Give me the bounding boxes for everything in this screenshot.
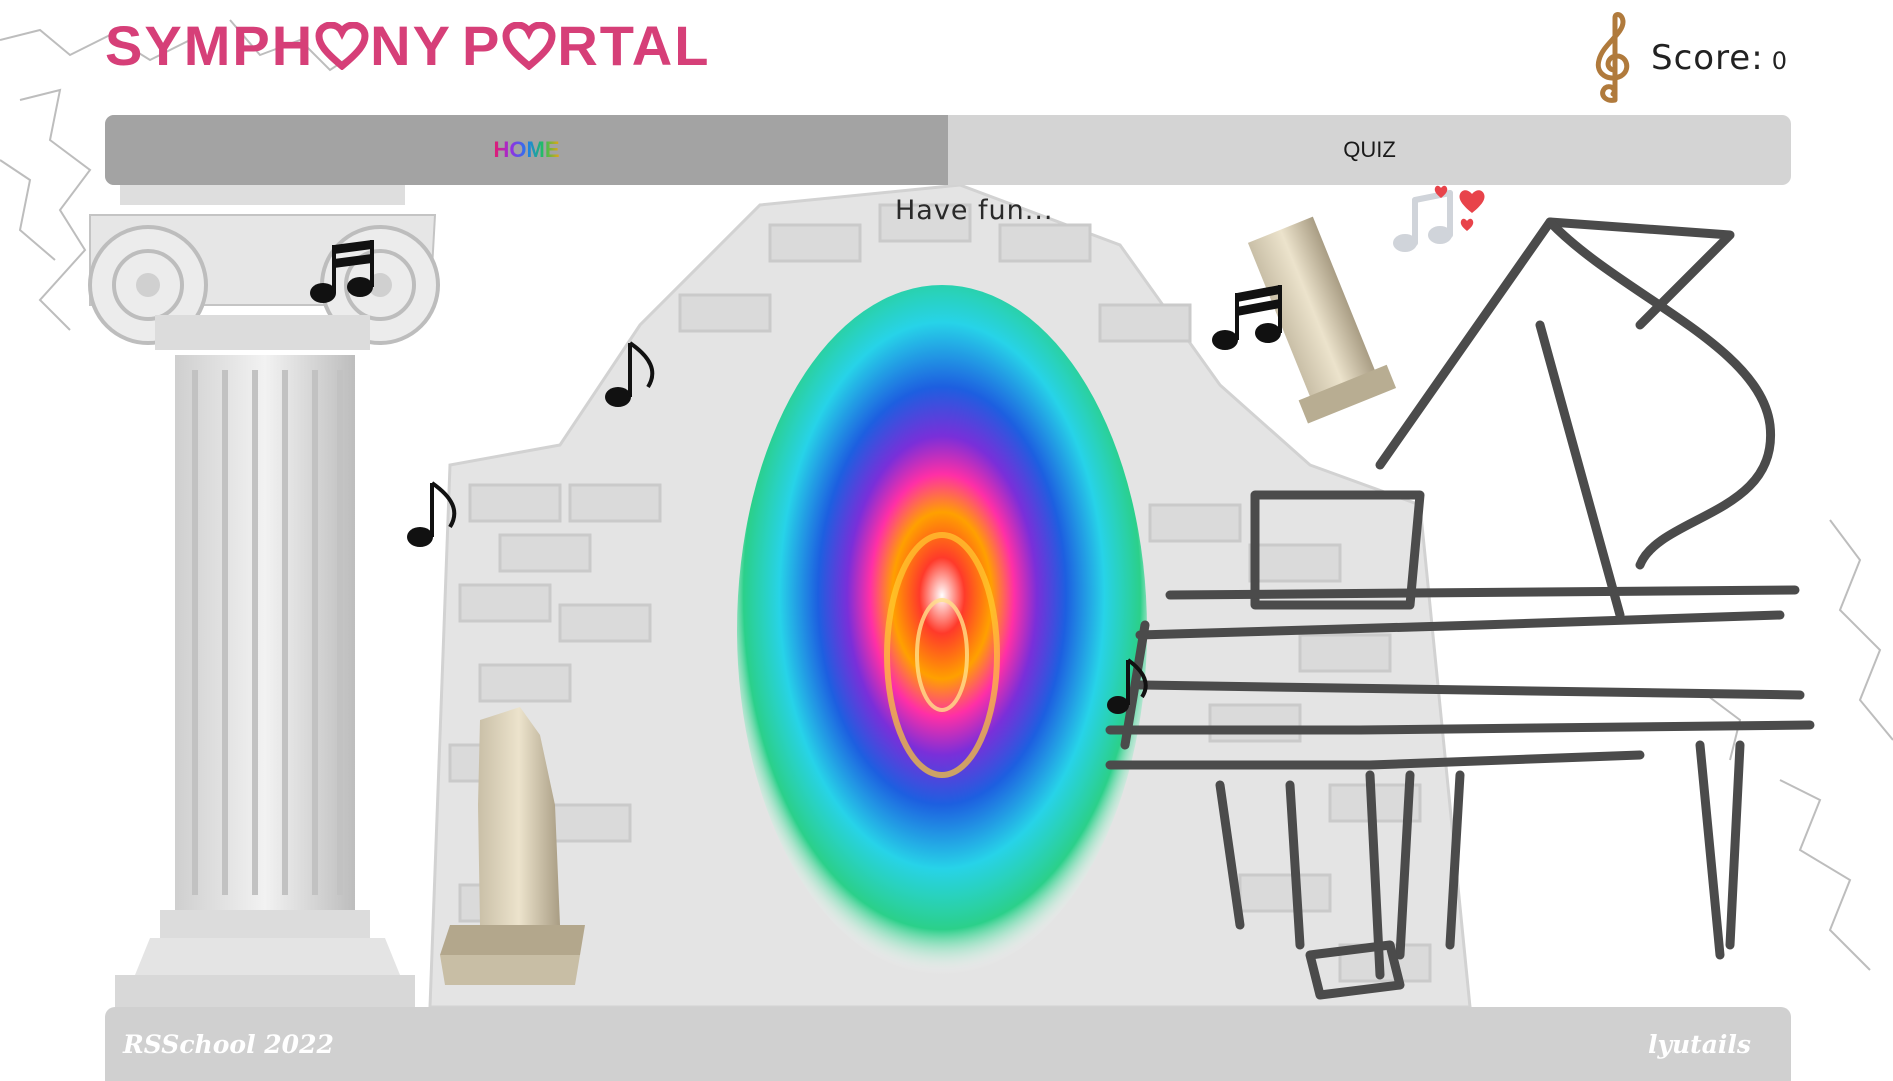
- tab-home-label: HOME: [493, 137, 560, 162]
- hearts-icon: [1393, 185, 1485, 252]
- score-label: Score:: [1651, 38, 1764, 78]
- portal[interactable]: [737, 285, 1147, 975]
- score-display: Score: 0: [1585, 10, 1787, 106]
- beamed-notes-icon: [1212, 285, 1282, 350]
- have-fun-caption: Have fun...: [895, 195, 1054, 226]
- broken-column: [1247, 216, 1397, 424]
- score-value: 0: [1771, 47, 1787, 75]
- footer-rsschool-link[interactable]: RSSchool 2022: [123, 1030, 334, 1059]
- ionic-column: [88, 185, 440, 1007]
- main-nav: HOME QUIZ: [105, 115, 1791, 185]
- tab-quiz[interactable]: QUIZ: [948, 115, 1791, 185]
- main-scene: [88, 185, 1815, 1007]
- footer-author-link[interactable]: lyutails: [1648, 1030, 1751, 1059]
- tab-quiz-label: QUIZ: [1343, 137, 1396, 162]
- site-logo[interactable]: SYMPH NY P RTAL: [105, 18, 710, 74]
- logo-text-4: RTAL: [557, 14, 711, 77]
- logo-text-3: P: [461, 14, 502, 77]
- footer: RSSchool 2022 lyutails: [105, 1007, 1791, 1081]
- heart-icon: [315, 22, 369, 70]
- heart-icon: [502, 22, 556, 70]
- treble-clef-icon: [1595, 12, 1630, 103]
- logo-text-1: SYMPH: [105, 14, 315, 77]
- tab-home[interactable]: HOME: [105, 115, 948, 185]
- logo-text-2: NY: [370, 14, 452, 77]
